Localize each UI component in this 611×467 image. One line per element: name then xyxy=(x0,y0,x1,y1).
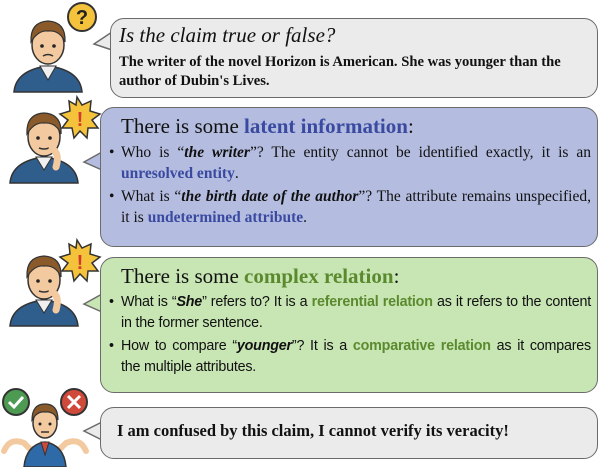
check-icon xyxy=(2,388,30,416)
list-item: What is “She” refers to? It is a referen… xyxy=(109,292,591,334)
complex-title: There is some complex relation: xyxy=(121,264,400,288)
conclusion-text: I am confused by this claim, I cannot ve… xyxy=(117,421,509,440)
latent-information-bubble: There is some latent information: Who is… xyxy=(100,107,598,247)
conclusion-bubble: I am confused by this claim, I cannot ve… xyxy=(100,407,598,459)
question-bubble: Is the claim true or false? The writer o… xyxy=(110,18,598,98)
complex-list: What is “She” refers to? It is a referen… xyxy=(105,292,591,380)
claim-text: The writer of the novel Horizon is Ameri… xyxy=(119,54,561,89)
list-item: Who is “the writer”? The entity cannot b… xyxy=(109,142,591,184)
svg-text:!: ! xyxy=(77,109,84,131)
svg-text:!: ! xyxy=(77,252,84,274)
list-item: How to compare “younger”? It is a compar… xyxy=(109,336,591,378)
latent-list: Who is “the writer”? The entity cannot b… xyxy=(105,142,591,230)
latent-title: There is some latent information: xyxy=(121,114,414,138)
person-alert-icon: ! xyxy=(9,238,102,327)
list-item: What is “the birth date of the author”? … xyxy=(109,186,591,228)
complex-relation-bubble: There is some complex relation: What is … xyxy=(100,257,598,393)
svg-text:?: ? xyxy=(76,7,88,29)
question-title: Is the claim true or false? xyxy=(119,23,336,47)
person-alert-icon: ! xyxy=(9,95,102,184)
